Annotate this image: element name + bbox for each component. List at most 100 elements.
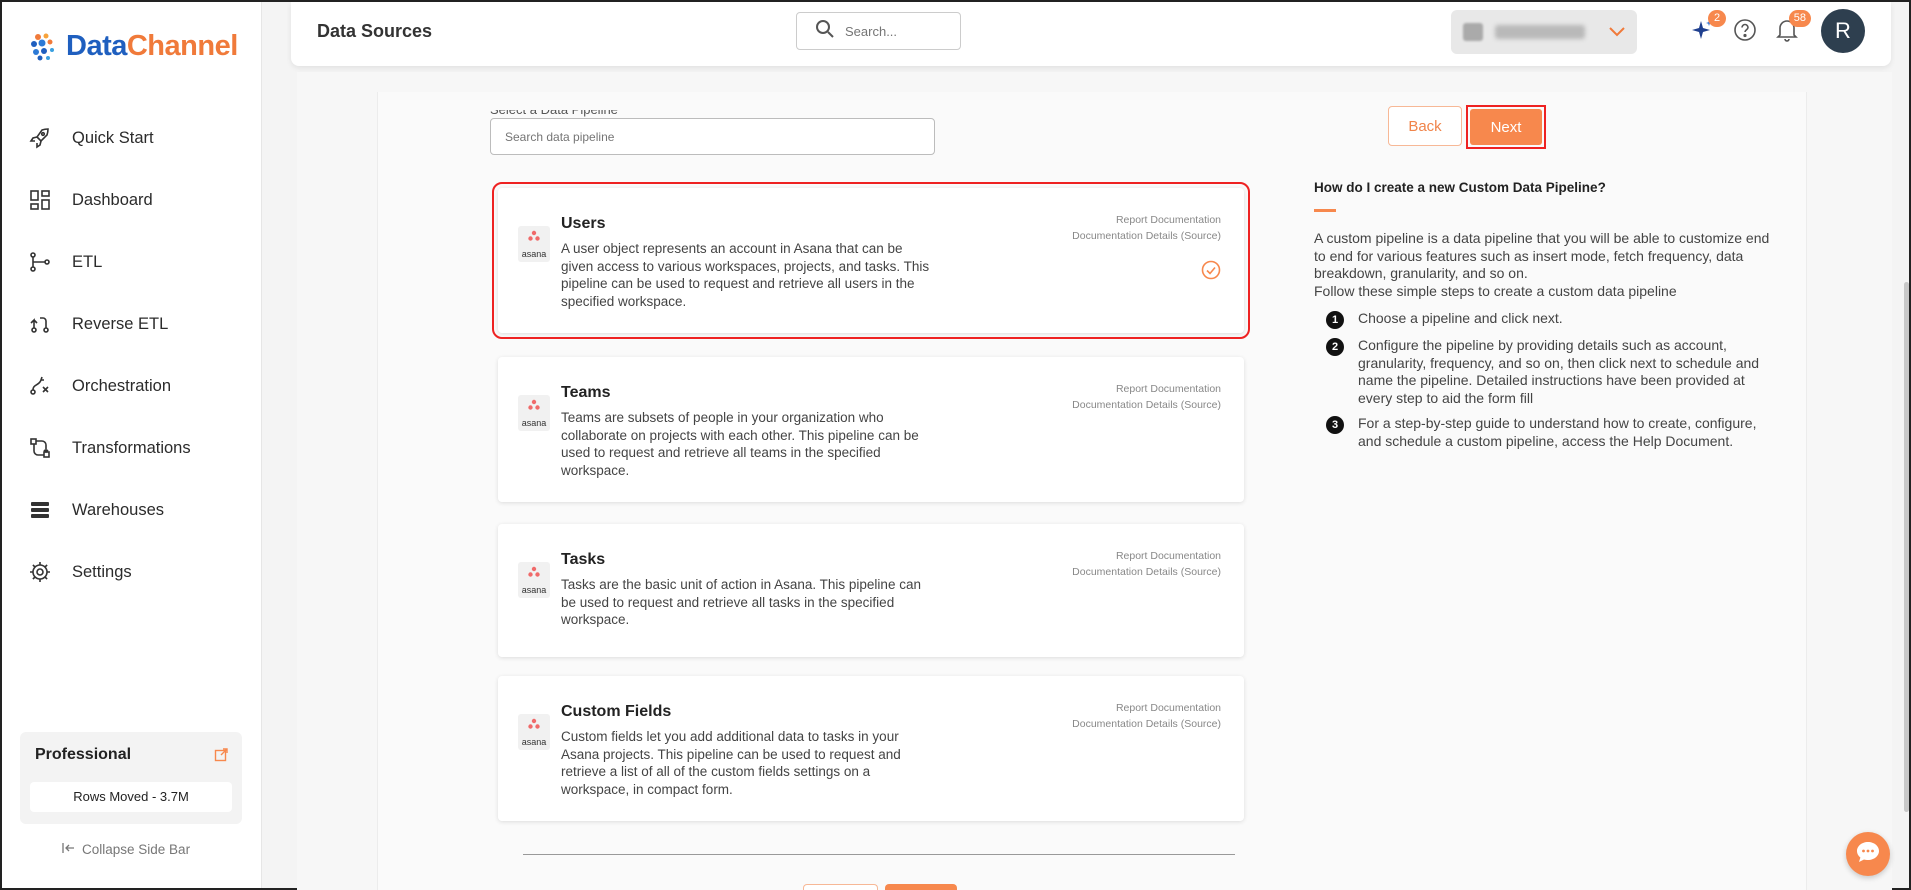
collapse-left-icon <box>62 842 76 857</box>
external-link-icon[interactable] <box>214 748 228 762</box>
card-title: Teams <box>561 384 611 401</box>
card-description: Tasks are the basic unit of action in As… <box>561 577 921 627</box>
help-panel: How do I create a new Custom Data Pipeli… <box>1314 180 1784 458</box>
dashboard-icon <box>26 186 54 214</box>
main-content: Select a Data Pipeline Back Next asana U… <box>297 72 1892 890</box>
rocket-icon <box>26 124 54 152</box>
page-title: Data Sources <box>317 21 433 41</box>
asana-logo-text: asana <box>521 249 547 259</box>
sidebar-item-reverse-etl[interactable]: Reverse ETL <box>26 293 246 355</box>
chevron-down-icon <box>1609 24 1625 42</box>
ai-sparkle-button[interactable]: 2 <box>1688 10 1726 46</box>
collapse-sidebar-button[interactable]: Collapse Side Bar <box>62 842 190 857</box>
account-select[interactable] <box>1451 10 1637 54</box>
card-links: Report Documentation Documentation Detai… <box>1072 548 1221 580</box>
chat-button[interactable] <box>1846 832 1890 876</box>
help-intro: A custom pipeline is a data pipeline tha… <box>1314 230 1770 281</box>
pipeline-card-users[interactable]: asana Users A user object represents an … <box>492 182 1250 339</box>
pipeline-card-tasks[interactable]: asana Tasks Tasks are the basic unit of … <box>498 524 1244 657</box>
help-title-underline <box>1314 209 1336 212</box>
step-text: Configure the pipeline by providing deta… <box>1358 337 1760 406</box>
sidebar-item-quick-start[interactable]: Quick Start <box>26 107 246 169</box>
step-text: For a step-by-step guide to understand h… <box>1358 415 1757 449</box>
plan-card: Professional Rows Moved - 3.7M <box>20 732 242 824</box>
report-documentation-link[interactable]: Report Documentation <box>1072 548 1221 564</box>
logo-mark-icon <box>28 31 60 63</box>
sidebar-item-warehouses[interactable]: Warehouses <box>26 479 246 541</box>
back-button-bottom[interactable] <box>803 884 878 890</box>
notifications-button[interactable]: 58 <box>1773 10 1811 46</box>
back-button[interactable]: Back <box>1388 106 1462 146</box>
asana-logo-icon: asana <box>518 226 550 262</box>
asana-logo-text: asana <box>521 418 547 428</box>
sidebar-item-label: Settings <box>72 562 132 581</box>
pipeline-card-teams[interactable]: asana Teams Teams are subsets of people … <box>498 357 1244 502</box>
step-number: 3 <box>1326 416 1344 434</box>
sidebar-item-label: Transformations <box>72 438 191 457</box>
search-input[interactable] <box>845 23 945 39</box>
top-header: Data Sources 2 58 R <box>291 2 1891 66</box>
documentation-details-link[interactable]: Documentation Details (Source) <box>1072 228 1221 244</box>
rows-moved: Rows Moved - 3.7M <box>30 782 232 812</box>
pipeline-panel: Select a Data Pipeline Back Next asana U… <box>377 92 1807 890</box>
help-step: 2 Configure the pipeline by providing de… <box>1326 337 1784 407</box>
reverse-etl-icon <box>26 310 54 338</box>
card-links: Report Documentation Documentation Detai… <box>1072 700 1221 732</box>
check-circle-icon <box>1201 260 1221 280</box>
briefcase-icon <box>1463 23 1483 41</box>
asana-logo-icon: asana <box>518 714 550 750</box>
next-button-highlight: Next <box>1466 105 1546 149</box>
help-button[interactable] <box>1731 18 1759 46</box>
account-name-blurred <box>1495 25 1585 39</box>
transformations-icon <box>26 434 54 462</box>
chat-icon <box>1855 840 1881 869</box>
card-title: Tasks <box>561 551 606 568</box>
scrollbar[interactable] <box>1904 282 1909 812</box>
collapse-sidebar-label: Collapse Side Bar <box>82 842 191 857</box>
card-description: A user object represents an account in A… <box>561 241 930 309</box>
search-icon <box>815 19 835 44</box>
report-documentation-link[interactable]: Report Documentation <box>1072 212 1221 228</box>
sidebar-item-dashboard[interactable]: Dashboard <box>26 169 246 231</box>
sidebar-item-label: ETL <box>72 252 103 271</box>
asana-logo-text: asana <box>521 585 547 595</box>
help-step: 1 Choose a pipeline and click next. <box>1326 310 1784 329</box>
documentation-details-link[interactable]: Documentation Details (Source) <box>1072 716 1221 732</box>
next-button-bottom[interactable] <box>885 884 957 890</box>
pipeline-card-custom-fields[interactable]: asana Custom Fields Custom fields let yo… <box>498 676 1244 821</box>
sidebar-item-label: Reverse ETL <box>72 314 169 333</box>
divider <box>523 854 1235 855</box>
asana-logo-icon: asana <box>518 395 550 431</box>
help-steps: 1 Choose a pipeline and click next. 2 Co… <box>1314 310 1784 450</box>
help-step: 3 For a step-by-step guide to understand… <box>1326 415 1784 450</box>
sidebar-nav: Quick Start Dashboard ETL Reverse ETL Or… <box>26 107 246 603</box>
select-pipeline-label: Select a Data Pipeline <box>490 110 618 118</box>
card-links: Report Documentation Documentation Detai… <box>1072 212 1221 244</box>
report-documentation-link[interactable]: Report Documentation <box>1072 700 1221 716</box>
sidebar-item-label: Quick Start <box>72 128 154 147</box>
logo[interactable]: DataChannel <box>28 30 238 63</box>
report-documentation-link[interactable]: Report Documentation <box>1072 381 1221 397</box>
sidebar-item-label: Warehouses <box>72 500 165 519</box>
sidebar-item-label: Dashboard <box>72 190 153 209</box>
documentation-details-link[interactable]: Documentation Details (Source) <box>1072 397 1221 413</box>
card-links: Report Documentation Documentation Detai… <box>1072 381 1221 413</box>
step-text: Choose a pipeline and click next. <box>1358 310 1563 326</box>
plan-name: Professional <box>35 746 132 763</box>
etl-icon <box>26 248 54 276</box>
avatar[interactable]: R <box>1821 9 1865 53</box>
ai-badge: 2 <box>1708 10 1726 27</box>
sidebar-item-settings[interactable]: Settings <box>26 541 246 603</box>
card-title: Users <box>561 215 606 232</box>
card-description: Teams are subsets of people in your orga… <box>561 410 919 478</box>
pipeline-search-input[interactable] <box>490 118 935 155</box>
sidebar-item-orchestration[interactable]: Orchestration <box>26 355 246 417</box>
sidebar-item-transformations[interactable]: Transformations <box>26 417 246 479</box>
documentation-details-link[interactable]: Documentation Details (Source) <box>1072 564 1221 580</box>
brand-name: DataChannel <box>66 30 238 63</box>
sidebar-item-etl[interactable]: ETL <box>26 231 246 293</box>
next-button[interactable]: Next <box>1470 109 1542 145</box>
card-description: Custom fields let you add additional dat… <box>561 729 901 797</box>
warehouses-icon <box>26 496 54 524</box>
global-search[interactable] <box>796 12 961 50</box>
